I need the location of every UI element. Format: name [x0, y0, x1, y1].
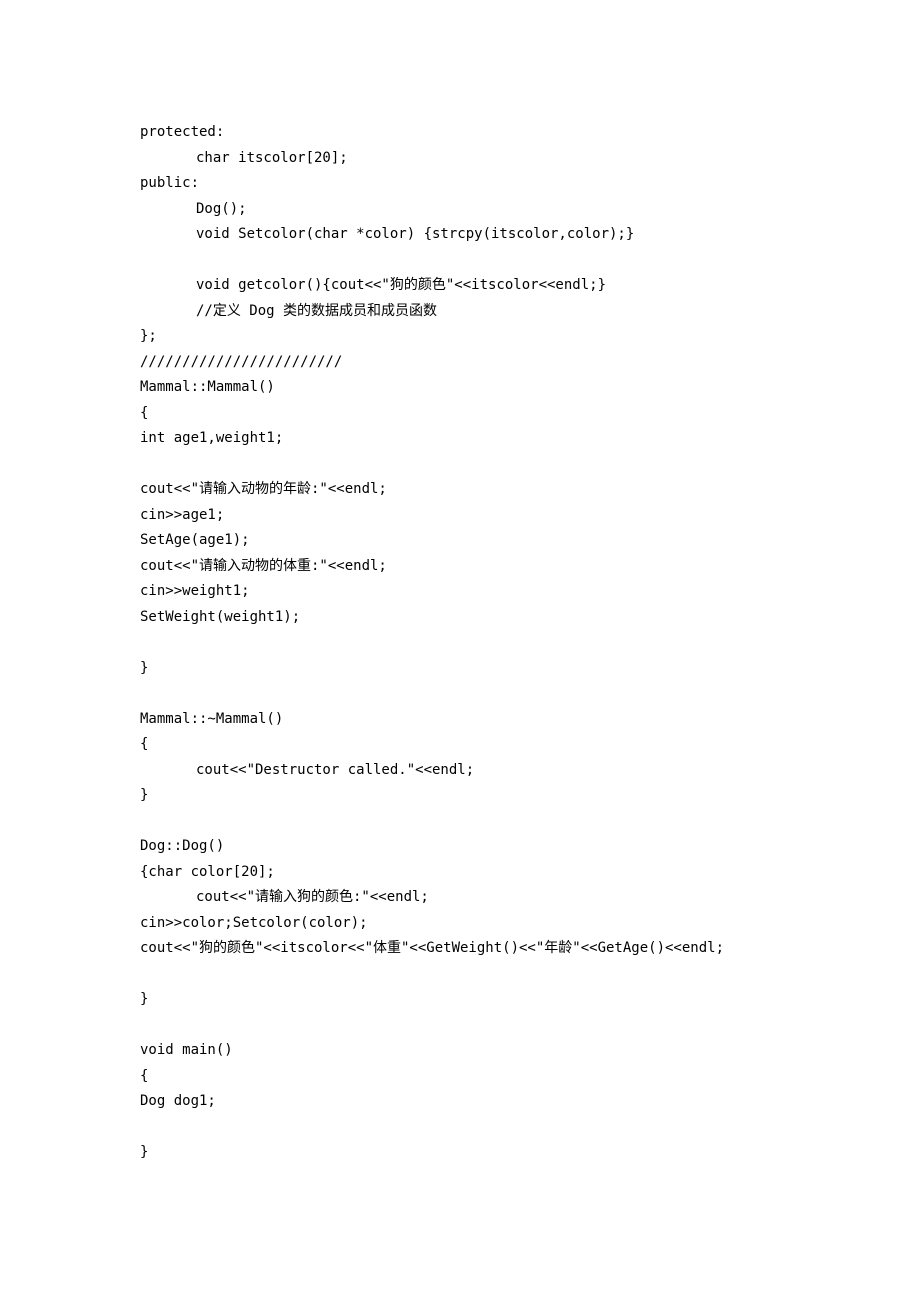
code-line: void getcolor(){cout<<"狗的颜色"<<itscolor<<…	[140, 273, 780, 299]
code-line: {	[140, 401, 780, 427]
code-line: //定义 Dog 类的数据成员和成员函数	[140, 299, 780, 325]
code-line: SetWeight(weight1);	[140, 605, 780, 631]
code-line: };	[140, 324, 780, 350]
code-line: ////////////////////////	[140, 350, 780, 376]
code-line: }	[140, 656, 780, 682]
code-line: public:	[140, 171, 780, 197]
code-line	[140, 962, 780, 988]
code-line: void Setcolor(char *color) {strcpy(itsco…	[140, 222, 780, 248]
code-line: cin>>weight1;	[140, 579, 780, 605]
code-line: Dog();	[140, 197, 780, 223]
code-line: char itscolor[20];	[140, 146, 780, 172]
code-line: cout<<"请输入动物的体重:"<<endl;	[140, 554, 780, 580]
code-line	[140, 452, 780, 478]
code-line	[140, 630, 780, 656]
code-line	[140, 809, 780, 835]
code-line: Mammal::~Mammal()	[140, 707, 780, 733]
code-line: SetAge(age1);	[140, 528, 780, 554]
code-line: Dog::Dog()	[140, 834, 780, 860]
code-line: {	[140, 732, 780, 758]
code-line: Mammal::Mammal()	[140, 375, 780, 401]
code-line: Dog dog1;	[140, 1089, 780, 1115]
code-line: int age1,weight1;	[140, 426, 780, 452]
code-line: void main()	[140, 1038, 780, 1064]
code-line: cin>>age1;	[140, 503, 780, 529]
code-line: protected:	[140, 120, 780, 146]
code-line	[140, 248, 780, 274]
code-line: }	[140, 783, 780, 809]
code-line: }	[140, 1140, 780, 1166]
code-line: }	[140, 987, 780, 1013]
code-line	[140, 681, 780, 707]
code-line: cout<<"Destructor called."<<endl;	[140, 758, 780, 784]
code-line: cout<<"请输入狗的颜色:"<<endl;	[140, 885, 780, 911]
code-document: protected:char itscolor[20];public:Dog()…	[0, 0, 920, 1226]
code-line: cin>>color;Setcolor(color);	[140, 911, 780, 937]
code-line: cout<<"狗的颜色"<<itscolor<<"体重"<<GetWeight(…	[140, 936, 780, 962]
code-line	[140, 1013, 780, 1039]
code-line: {	[140, 1064, 780, 1090]
code-line: {char color[20];	[140, 860, 780, 886]
code-line: cout<<"请输入动物的年龄:"<<endl;	[140, 477, 780, 503]
code-line	[140, 1115, 780, 1141]
